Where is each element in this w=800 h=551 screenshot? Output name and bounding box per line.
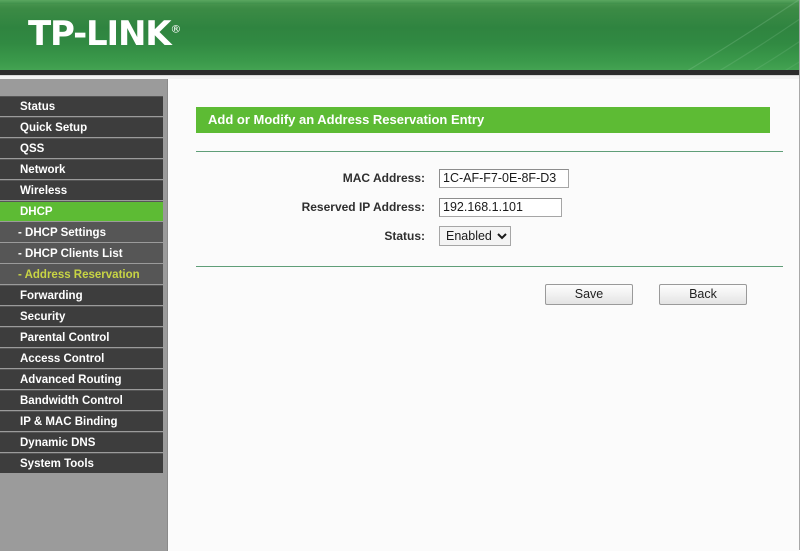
form-row-status: Status: EnabledDisabled [169,224,799,248]
header-swoosh-decoration [687,0,799,70]
mac-address-input[interactable] [439,168,569,188]
sidebar-bottom-filler [0,474,167,534]
divider-bottom [196,266,783,267]
tplink-logo: TP-LINK® [28,17,181,51]
sidebar-navigation: Status Quick Setup QSS Network Wireless DHCP -… [0,79,168,551]
form-row-ip: Reserved IP Address: [169,195,799,219]
sidebar-item-advanced-routing[interactable]: Advanced Routing [0,369,163,390]
sidebar-item-dhcp[interactable]: DHCP [0,201,163,222]
mac-address-label: MAC Address: [342,171,425,185]
sidebar-item-quick-setup[interactable]: Quick Setup [0,117,163,138]
sidebar-item-dhcp-clients-list[interactable]: - DHCP Clients List [0,243,163,264]
form-actions: Save Back [169,284,799,305]
sidebar-item-forwarding[interactable]: Forwarding [0,285,163,306]
sidebar-top-spacer [0,79,167,96]
page-title: Add or Modify an Address Reservation Ent… [196,107,770,133]
content-area: Add or Modify an Address Reservation Ent… [169,79,799,551]
address-reservation-form: MAC Address: Reserved IP Address: Status… [169,166,799,248]
sidebar-item-network[interactable]: Network [0,159,163,180]
logo-text: TP-LINK [28,14,172,54]
form-row-mac: MAC Address: [169,166,799,190]
sidebar-item-bandwidth-control[interactable]: Bandwidth Control [0,390,163,411]
sidebar-item-access-control[interactable]: Access Control [0,348,163,369]
sidebar-item-wireless[interactable]: Wireless [0,180,163,201]
save-button[interactable]: Save [545,284,633,305]
sidebar-item-status[interactable]: Status [0,96,163,117]
registered-trademark-icon: ® [170,22,182,36]
back-button[interactable]: Back [659,284,747,305]
divider-top [196,151,783,152]
body-wrapper: Status Quick Setup QSS Network Wireless DHCP -… [0,79,799,551]
page-header: TP-LINK® [0,0,799,70]
reserved-ip-address-label: Reserved IP Address: [301,200,425,214]
sidebar-item-address-reservation[interactable]: - Address Reservation [0,264,163,285]
sidebar-item-qss[interactable]: QSS [0,138,163,159]
status-select[interactable]: EnabledDisabled [439,226,511,246]
sidebar-item-system-tools[interactable]: System Tools [0,453,163,474]
sidebar-item-parental-control[interactable]: Parental Control [0,327,163,348]
sidebar-item-ip-mac-binding[interactable]: IP & MAC Binding [0,411,163,432]
sidebar-item-dhcp-settings[interactable]: - DHCP Settings [0,222,163,243]
sidebar-item-dynamic-dns[interactable]: Dynamic DNS [0,432,163,453]
sidebar-menu: Status Quick Setup QSS Network Wireless DHCP -… [0,96,163,474]
reserved-ip-address-input[interactable] [439,197,562,217]
header-top-highlight [0,0,799,4]
status-label: Status: [384,229,425,243]
router-admin-page: TP-LINK® Status Quick Setup QSS Network Wire… [0,0,800,551]
sidebar-item-security[interactable]: Security [0,306,163,327]
